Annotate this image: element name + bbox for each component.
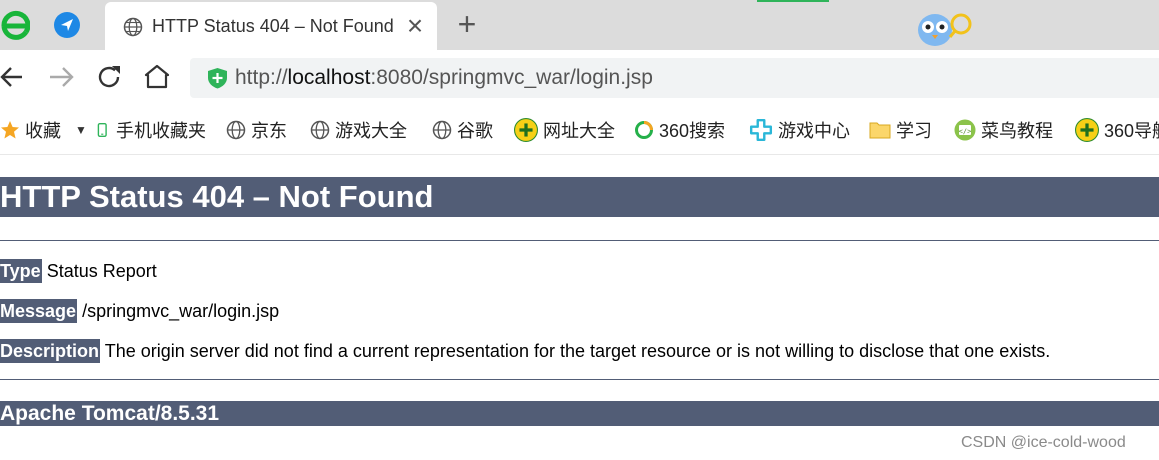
globe-icon bbox=[226, 120, 246, 140]
phone-icon bbox=[97, 123, 107, 137]
bookmark-label: 菜鸟教程 bbox=[981, 121, 1053, 141]
message-line: Message /springmvc_war/login.jsp bbox=[0, 299, 279, 323]
home-button[interactable] bbox=[142, 62, 172, 92]
bookmark-mobile[interactable]: 手机收藏夹 bbox=[97, 118, 206, 142]
close-icon[interactable]: × bbox=[401, 12, 429, 40]
shield-icon[interactable] bbox=[207, 67, 228, 89]
active-tab[interactable]: HTTP Status 404 – Not Found × bbox=[105, 2, 437, 50]
globe-icon bbox=[432, 120, 452, 140]
navigation-icon[interactable] bbox=[54, 12, 80, 38]
type-value: Status Report bbox=[46, 261, 157, 281]
watermark: CSDN @ice-cold-wood bbox=[961, 434, 1126, 451]
bookmark-label: 收藏 bbox=[25, 121, 61, 141]
description-value: The origin server did not find a current… bbox=[104, 341, 1051, 361]
message-value: /springmvc_war/login.jsp bbox=[82, 301, 280, 321]
message-label: Message bbox=[0, 299, 78, 323]
game-icon bbox=[749, 118, 773, 142]
tab-title: HTTP Status 404 – Not Found bbox=[152, 16, 394, 36]
bookmark-label: 网址大全 bbox=[543, 121, 615, 141]
browser-logo-icon[interactable] bbox=[0, 6, 31, 42]
bookmark-favorites[interactable]: 收藏 ▼ bbox=[0, 118, 87, 142]
type-label: Type bbox=[0, 259, 42, 283]
reload-icon bbox=[98, 66, 120, 88]
tab-strip: HTTP Status 404 – Not Found × + bbox=[0, 0, 1159, 50]
url-text[interactable]: http://localhost:8080/springmvc_war/logi… bbox=[235, 66, 653, 90]
back-button[interactable] bbox=[0, 62, 30, 92]
search-ring-icon bbox=[635, 121, 653, 139]
divider bbox=[0, 240, 1159, 241]
bookmark-label: 京东 bbox=[251, 121, 287, 141]
home-icon bbox=[144, 64, 170, 89]
description-line: Description The origin server did not fi… bbox=[0, 339, 1050, 363]
toolbar: http://localhost:8080/springmvc_war/logi… bbox=[0, 50, 1159, 106]
globe-icon bbox=[310, 120, 330, 140]
server-footer: Apache Tomcat/8.5.31 bbox=[0, 401, 1159, 426]
folder-icon bbox=[869, 122, 891, 139]
plus-circle-icon bbox=[514, 118, 538, 142]
page-title: HTTP Status 404 – Not Found bbox=[0, 177, 1159, 217]
url-scheme: http:// bbox=[235, 66, 288, 89]
globe-icon bbox=[123, 17, 143, 37]
bookmark-label: 360导航 bbox=[1104, 121, 1159, 141]
forward-button[interactable] bbox=[46, 62, 76, 92]
description-label: Description bbox=[0, 339, 101, 363]
arrow-right-icon bbox=[50, 67, 74, 87]
bookmark-google[interactable]: 谷歌 bbox=[432, 118, 493, 142]
type-line: Type Status Report bbox=[0, 259, 157, 283]
page-content: HTTP Status 404 – Not Found Type Status … bbox=[0, 155, 1159, 460]
reload-button[interactable] bbox=[95, 62, 125, 92]
bookmark-label: 360搜索 bbox=[659, 121, 726, 141]
url-host: localhost bbox=[287, 66, 371, 89]
bookmark-label: 游戏中心 bbox=[778, 121, 850, 141]
bookmark-game-center[interactable]: 游戏中心 bbox=[749, 118, 850, 142]
bookmark-label: 手机收藏夹 bbox=[116, 121, 206, 141]
bookmark-runoob[interactable]: </> 菜鸟教程 bbox=[954, 118, 1054, 142]
bookmark-360-search[interactable]: 360搜索 bbox=[634, 118, 725, 142]
star-icon bbox=[1, 121, 19, 139]
new-tab-button[interactable]: + bbox=[453, 8, 481, 40]
address-bar[interactable]: http://localhost:8080/springmvc_war/logi… bbox=[190, 58, 1159, 98]
bookmark-study[interactable]: 学习 bbox=[869, 118, 932, 142]
mascot-icon[interactable] bbox=[915, 6, 977, 48]
bookmarks-bar: 收藏 ▼ 手机收藏夹 京东 游戏大全 谷歌 网址大全 360搜索 游戏中心 学习… bbox=[0, 106, 1159, 155]
bookmark-games[interactable]: 游戏大全 bbox=[310, 118, 410, 142]
tab-strip-accent bbox=[757, 0, 829, 2]
url-path: :8080/springmvc_war/login.jsp bbox=[370, 66, 653, 89]
bookmark-jd[interactable]: 京东 bbox=[226, 118, 287, 142]
bookmark-label: 学习 bbox=[896, 121, 932, 141]
divider bbox=[0, 379, 1159, 380]
bookmark-label: 谷歌 bbox=[457, 121, 493, 141]
bookmark-web-directory[interactable]: 网址大全 bbox=[514, 118, 615, 142]
caret-down-icon[interactable]: ▼ bbox=[75, 123, 87, 137]
browser-window: HTTP Status 404 – Not Found × + http://l… bbox=[0, 0, 1159, 460]
bookmark-label: 游戏大全 bbox=[335, 121, 407, 141]
svg-text:</>: </> bbox=[959, 128, 972, 136]
arrow-left-icon bbox=[0, 67, 22, 87]
code-icon: </> bbox=[954, 119, 976, 141]
bookmark-360-nav[interactable]: 360导航 bbox=[1075, 118, 1159, 142]
plus-circle-icon bbox=[1075, 118, 1099, 142]
